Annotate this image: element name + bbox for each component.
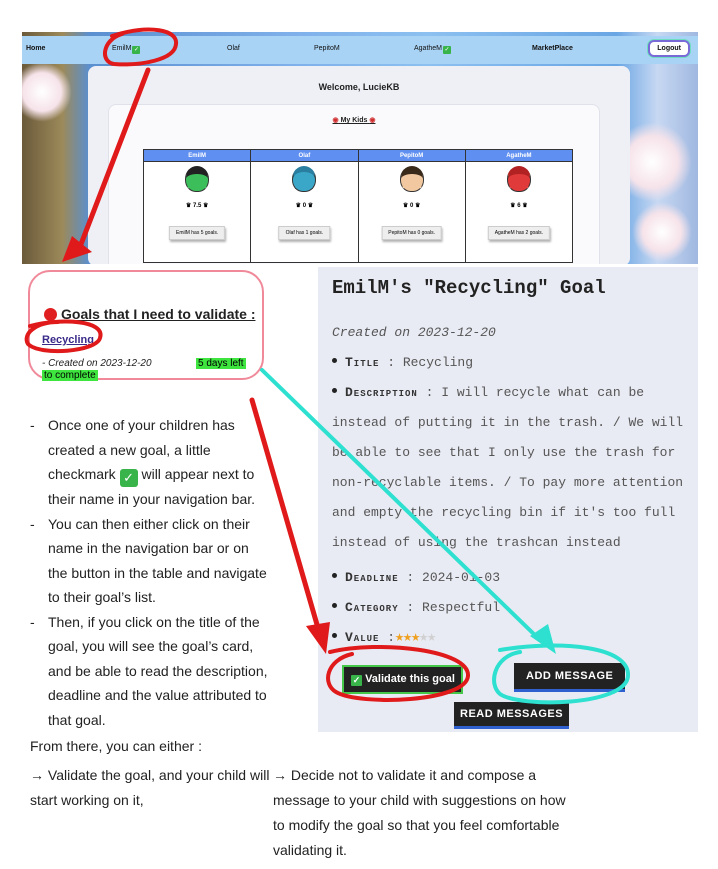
instruction-item: You can then either click on their name … <box>30 512 270 610</box>
star-filled-icon: ★ <box>395 629 404 646</box>
star-empty-icon: ★ <box>419 629 428 646</box>
smiley-icon: ◉ <box>332 117 339 124</box>
goals-to-validate-box: Goals that I need to validate : Recyclin… <box>28 270 264 381</box>
nav-kid-emilm[interactable]: EmilM ✓ <box>112 45 141 54</box>
goal-card-title: EmilM's "Recycling" Goal <box>332 277 606 299</box>
nav-kid-agathem[interactable]: AgatheM ✓ <box>414 45 452 54</box>
checkmark-icon: ✓ <box>132 46 141 54</box>
kid-name-header: EmilM <box>144 150 251 162</box>
smiley-icon: ◉ <box>369 117 376 124</box>
kid-column: EmilM ♛ 7.5 ♛ EmilM has 5 goals. <box>144 150 252 262</box>
nav-kid-olaf[interactable]: Olaf <box>227 45 240 52</box>
kids-table: EmilM ♛ 7.5 ♛ EmilM has 5 goals. Olaf ♛ … <box>143 149 573 263</box>
kid-score: ♛ 0 ♛ <box>402 203 421 209</box>
instruction-item: Once one of your children has created a … <box>30 413 270 512</box>
kid-column: Olaf ♛ 0 ♛ Olaf has 1 goals. <box>251 150 359 262</box>
kid-column: PepitoM ♛ 0 ♛ PepitoM has 0 goals. <box>358 150 466 262</box>
kid-score: ♛ 0 ♛ <box>295 203 314 209</box>
avatar <box>506 166 531 192</box>
star-filled-icon: ★ <box>403 629 412 646</box>
goal-card: EmilM's "Recycling" Goal Created on 2023… <box>318 267 698 732</box>
goal-value-field: Value :★★★★★ <box>332 623 692 653</box>
goal-link[interactable]: Recycling <box>42 334 94 346</box>
avatar <box>399 166 424 192</box>
kid-score: ♛ 6 ♛ <box>510 203 528 209</box>
kid-score: ♛ 7.5 ♛ <box>185 203 209 209</box>
kid-name-header: AgatheM <box>465 150 572 162</box>
kid-goals-button[interactable]: AgatheM has 2 goals. <box>487 226 551 240</box>
goal-title-field: Title : Recycling <box>332 348 692 378</box>
avatar <box>185 166 210 192</box>
goal-category-field: Category : Respectful <box>332 593 692 623</box>
goal-description-field: Description : I will recycle what can be… <box>332 385 684 550</box>
checkmark-icon: ✓ <box>443 46 452 54</box>
read-messages-button[interactable]: READ MESSAGES <box>454 702 570 729</box>
kid-column: AgatheM ♛ 6 ♛ AgatheM has 2 goals. <box>465 150 572 262</box>
option-message-text: → Decide not to validate it and compose … <box>273 767 566 858</box>
validate-goal-button[interactable]: ✓ Validate this goal <box>342 665 463 694</box>
kid-goals-button[interactable]: Olaf has 1 goals. <box>278 226 331 240</box>
checkmark-icon: ✓ <box>119 469 138 487</box>
my-kids-panel: ◉ My Kids ◉ EmilM ♛ 7.5 ♛ EmilM has 5 go… <box>108 104 600 264</box>
instruction-item: Then, if you click on the title of the g… <box>30 610 270 733</box>
add-message-button[interactable]: ADD MESSAGE <box>514 663 626 692</box>
days-left-badge: 5 days left <box>196 358 246 369</box>
star-empty-icon: ★ <box>427 629 436 646</box>
nav-kid-pepitom[interactable]: PepitoM <box>314 45 340 52</box>
navbar: Home EmilM ✓ Olaf PepitoM AgatheM ✓ Market… <box>22 36 698 64</box>
option-validate-text: → Validate the goal, and your child will… <box>30 767 270 808</box>
instructions-list: Once one of your children has created a … <box>30 413 270 732</box>
to-complete-badge: to complete <box>42 370 98 381</box>
kid-name-header: Olaf <box>251 150 358 162</box>
avatar <box>292 166 317 192</box>
app-screenshot: Home EmilM ✓ Olaf PepitoM AgatheM ✓ Market… <box>22 32 698 264</box>
from-there-text: From there, you can either : <box>30 738 202 754</box>
checkmark-icon: ✓ <box>351 675 362 686</box>
goal-deadline-field: Deadline : 2024-01-03 <box>332 563 692 593</box>
star-filled-icon: ★ <box>411 629 420 646</box>
kid-name-header: PepitoM <box>358 150 465 162</box>
kid-goals-button[interactable]: PepitoM has 0 goals. <box>381 226 442 240</box>
nav-home[interactable]: Home <box>26 45 45 52</box>
red-circle-icon <box>44 308 57 321</box>
welcome-text: Welcome, LucieKB <box>318 82 400 92</box>
my-kids-heading: ◉ My Kids ◉ <box>332 117 376 124</box>
goal-card-created: Created on 2023-12-20 <box>332 325 496 340</box>
nav-marketplace[interactable]: MarketPlace <box>532 45 573 52</box>
logout-button[interactable]: Logout <box>648 40 690 57</box>
kid-goals-button[interactable]: EmilM has 5 goals. <box>169 226 226 240</box>
welcome-panel: Welcome, LucieKB ◉ My Kids ◉ EmilM ♛ 7.5… <box>88 66 630 264</box>
goals-title: Goals that I need to validate : <box>44 306 255 322</box>
star-rating: ★★★★★ <box>395 629 436 646</box>
